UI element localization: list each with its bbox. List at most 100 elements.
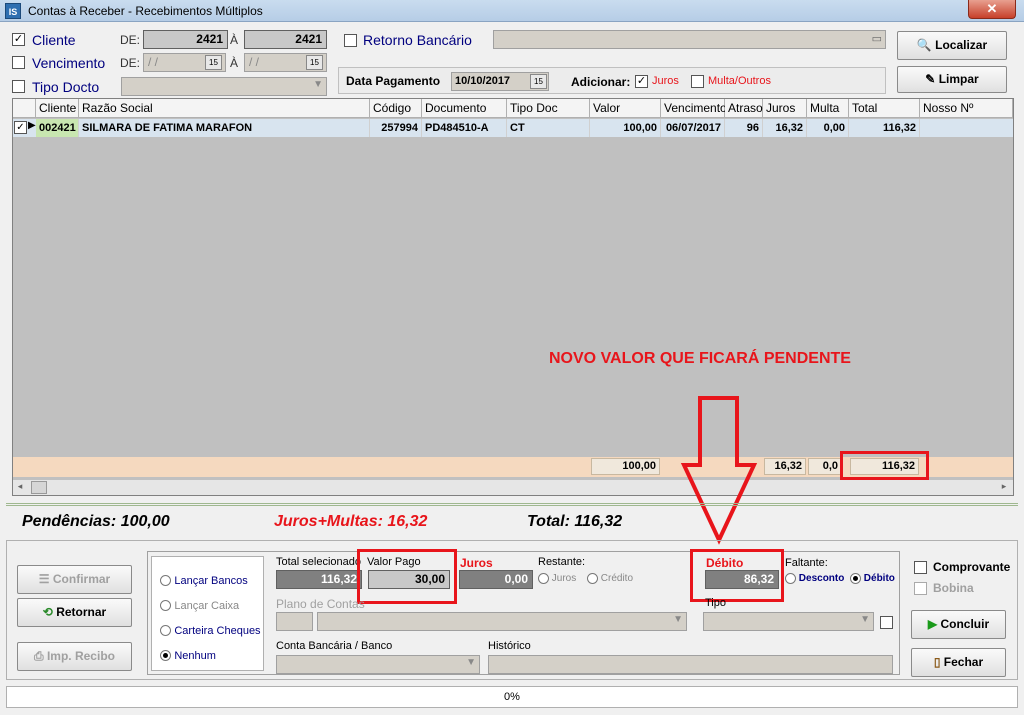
grid-header[interactable]: Atraso (725, 99, 763, 118)
grid-header[interactable]: Vencimento (661, 99, 727, 118)
printer-icon: ⎙ (34, 649, 44, 663)
pendencias-summary: Pendências: 100,00 (22, 513, 170, 530)
close-button[interactable]: ✕ (968, 0, 1016, 19)
confirmar-button[interactable]: ☰ Confirmar (17, 565, 132, 594)
grid-header[interactable]: Tipo Doc (507, 99, 590, 118)
nenhum-radio[interactable]: Nenhum (160, 648, 216, 662)
tipo-label: Tipo (705, 597, 726, 609)
imp-recibo-button[interactable]: ⎙ Imp. Recibo (17, 642, 132, 671)
horizontal-scrollbar[interactable]: ◂ ▸ (13, 479, 1013, 495)
grid-header[interactable]: Nosso Nº (920, 99, 1013, 118)
annotation-arrow (680, 396, 758, 545)
total-summary: Total: 116,32 (527, 513, 623, 530)
lancar-caixa-radio[interactable]: Lançar Caixa (160, 598, 239, 612)
chevron-down-icon: ▼ (313, 79, 323, 90)
broom-icon: ✎ (925, 72, 936, 86)
cell-multa: 0,00 (807, 119, 849, 137)
restante-juros-label: Juros (551, 573, 577, 585)
carteira-cheques-radio[interactable]: Carteira Cheques (160, 623, 261, 637)
folder-icon[interactable]: ▭ (872, 32, 882, 45)
comprovante-label: Comprovante (933, 560, 1011, 574)
grid-header[interactable]: Documento (422, 99, 507, 118)
annotation-box-valor-pago (357, 549, 457, 604)
play-icon: ▶ (927, 617, 938, 631)
historico-label: Histórico (488, 640, 531, 652)
tipo-select[interactable]: ▼ (703, 612, 874, 631)
window-title: Contas à Receber - Recebimentos Múltiplo… (28, 4, 263, 18)
concluir-label: Concluir (940, 617, 990, 631)
scroll-right-icon[interactable]: ▸ (997, 481, 1011, 494)
row-pointer-icon: ▶ (28, 120, 36, 131)
conta-bancaria-label: Conta Bancária / Banco (276, 640, 393, 652)
fechar-button[interactable]: ▯ Fechar (911, 648, 1006, 677)
grid-header[interactable]: Razão Social (79, 99, 370, 118)
lancar-bancos-radio[interactable]: Lançar Bancos (160, 573, 248, 587)
row-select-checkbox[interactable]: ✓ (14, 121, 27, 134)
faltante-debito-label: Débito (863, 573, 895, 585)
calendar-icon[interactable]: 15 (530, 74, 547, 89)
grid-header-select (13, 99, 36, 118)
calendar-icon[interactable]: 15 (205, 55, 222, 70)
bobina-label: Bobina (933, 581, 974, 595)
retorno-bancario-checkbox[interactable] (344, 34, 357, 47)
plano-contas-code[interactable] (276, 612, 313, 631)
scroll-left-icon[interactable]: ◂ (13, 481, 27, 494)
progress-bar: 0% (6, 686, 1018, 708)
lancar-caixa-label: Lançar Caixa (174, 600, 240, 612)
footer-valor: 100,00 (591, 458, 660, 475)
juros-input[interactable]: 0,00 (459, 570, 533, 589)
total-selecionado-value: 116,32 (276, 570, 362, 589)
restante-label: Restante: (538, 556, 586, 568)
comprovante-checkbox[interactable] (914, 561, 927, 574)
grid-header[interactable]: Código (370, 99, 422, 118)
limpar-button[interactable]: ✎ Limpar (897, 66, 1007, 93)
localizar-button[interactable]: 🔍 Localizar (897, 31, 1007, 60)
tipo-docto-checkbox[interactable] (12, 80, 25, 93)
total-selecionado-label: Total selecionado (276, 556, 362, 568)
title-bar: IS Contas à Receber - Recebimentos Múlti… (0, 0, 1024, 22)
cliente-checkbox[interactable]: ✓ (12, 33, 25, 46)
retorno-bancario-label: Retorno Bancário (363, 32, 472, 48)
restante-juros-radio[interactable]: Juros (538, 573, 576, 584)
restante-credito-radio[interactable]: Crédito (587, 573, 633, 584)
chevron-down-icon: ▼ (466, 657, 476, 668)
calendar-icon[interactable]: 15 (306, 55, 323, 70)
cliente-a-input[interactable]: 2421 (244, 30, 327, 49)
cliente-label: Cliente (32, 32, 76, 48)
progress-text: 0% (504, 691, 520, 703)
faltante-desconto-radio[interactable]: Desconto (785, 573, 844, 584)
grid-header[interactable]: Valor (590, 99, 661, 118)
multa-checkbox[interactable] (691, 75, 704, 88)
faltante-desconto-label: Desconto (798, 573, 845, 585)
footer-juros: 16,32 (764, 458, 806, 475)
tipo-checkbox[interactable] (880, 616, 893, 629)
scroll-thumb[interactable] (31, 481, 47, 494)
app-icon: IS (5, 3, 21, 19)
juros-multas-summary: Juros+Multas: 16,32 (274, 513, 428, 530)
bobina-checkbox[interactable] (914, 582, 927, 595)
cell-tipo: CT (507, 119, 590, 137)
data-pagamento-label: Data Pagamento (346, 74, 441, 88)
footer-multa: 0,0 (808, 458, 842, 475)
conta-bancaria-select[interactable]: ▼ (276, 655, 480, 674)
tipo-docto-label: Tipo Docto (32, 79, 100, 95)
grid-header[interactable]: Multa (807, 99, 849, 118)
grid-header[interactable]: Total (849, 99, 920, 118)
grid-header[interactable]: Cliente (36, 99, 79, 118)
multa-option-label: Multa/Outros (708, 75, 771, 87)
adicionar-label: Adicionar: (571, 75, 631, 89)
retorno-bancario-path[interactable]: ▭ (493, 30, 886, 49)
lancar-bancos-label: Lançar Bancos (174, 575, 248, 587)
concluir-button[interactable]: ▶ Concluir (911, 610, 1006, 639)
tipo-docto-select[interactable]: ▼ (121, 77, 327, 96)
grid-header[interactable]: Juros (763, 99, 807, 118)
faltante-debito-radio[interactable]: Débito (850, 573, 895, 584)
list-icon: ☰ (38, 572, 50, 586)
juros-checkbox[interactable]: ✓ (635, 75, 648, 88)
plano-contas-select[interactable]: ▼ (317, 612, 687, 631)
cliente-de-input[interactable]: 2421 (143, 30, 228, 49)
historico-input[interactable] (488, 655, 893, 674)
cell-juros: 16,32 (763, 119, 807, 137)
retornar-button[interactable]: ⟲ Retornar (17, 598, 132, 627)
vencimento-checkbox[interactable] (12, 56, 25, 69)
